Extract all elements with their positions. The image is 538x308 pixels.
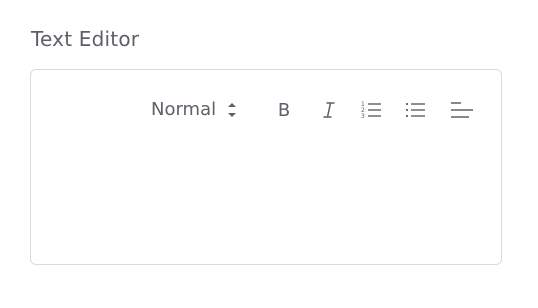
ordered-list-button[interactable]: 1 2 3 <box>361 96 383 124</box>
italic-icon <box>321 101 337 119</box>
svg-text:3: 3 <box>361 113 365 120</box>
ordered-list-icon: 1 2 3 <box>361 100 383 120</box>
align-button[interactable] <box>448 96 476 124</box>
rich-text-editor[interactable]: Normal B 1 2 3 <box>30 69 502 265</box>
bullet-list-button[interactable] <box>405 96 427 124</box>
bullet-list-icon <box>405 100 427 120</box>
field-label: Text Editor <box>31 27 140 51</box>
bold-button[interactable]: B <box>271 96 297 124</box>
italic-button[interactable] <box>317 96 341 124</box>
paragraph-format-select[interactable]: Normal <box>151 96 238 124</box>
editor-toolbar: Normal B 1 2 3 <box>31 96 501 124</box>
updown-arrows-icon <box>226 100 238 120</box>
format-select-value: Normal <box>151 99 217 120</box>
align-left-icon <box>449 100 475 120</box>
